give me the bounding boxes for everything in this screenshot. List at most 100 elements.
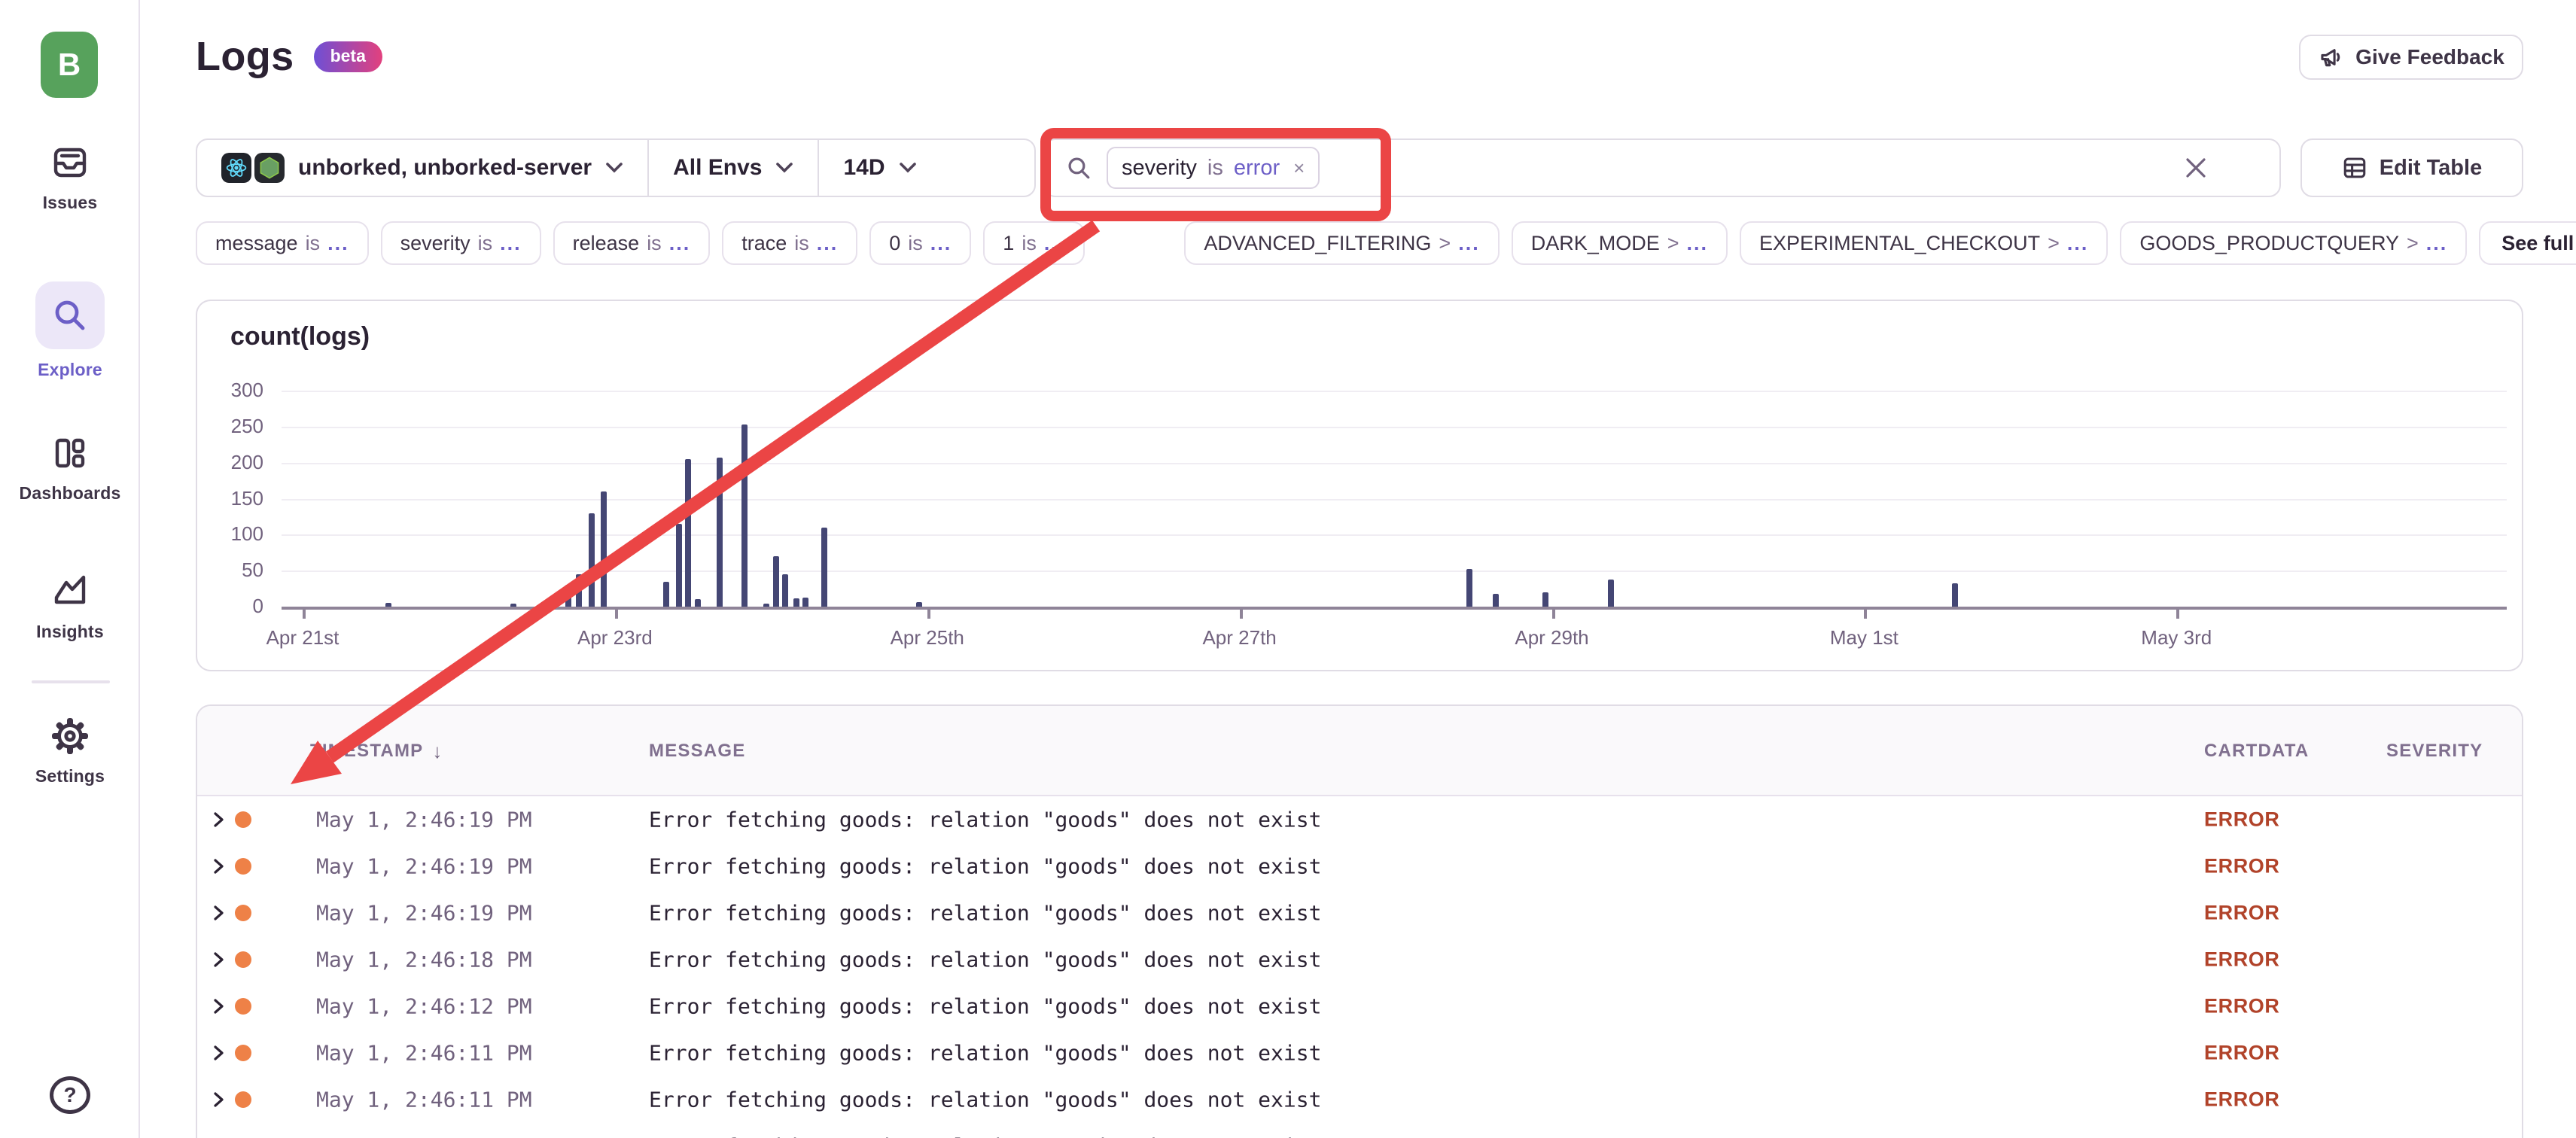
expand-chevron-icon[interactable] bbox=[209, 997, 227, 1015]
environment-selector[interactable]: All Envs bbox=[647, 140, 818, 196]
expand-chevron-icon[interactable] bbox=[209, 811, 227, 829]
project-selector-label: unborked, unborked-server bbox=[298, 155, 592, 181]
y-axis-tick-label: 0 bbox=[203, 595, 263, 618]
give-feedback-button[interactable]: Give Feedback bbox=[2299, 35, 2523, 80]
sidebar-item-settings[interactable]: Settings bbox=[0, 717, 140, 787]
log-row[interactable]: May 1, 2:46:11 PM Error fetching goods: r… bbox=[197, 1076, 2522, 1123]
column-header-cartdata[interactable]: CARTDATA bbox=[2204, 706, 2309, 796]
filter-chip[interactable]: DARK_MODE>... bbox=[1512, 221, 1728, 265]
log-timestamp: May 1, 2:46:19 PM bbox=[316, 901, 532, 926]
filter-chip[interactable]: ADVANCED_FILTERING>... bbox=[1184, 221, 1499, 265]
log-row[interactable]: May 1, 2:46:11 PMError fetching goods: r… bbox=[197, 1030, 2522, 1076]
project-selector[interactable]: unborked, unborked-server bbox=[197, 140, 647, 196]
log-timestamp: May 1, 2:46:11 PM bbox=[316, 1088, 532, 1112]
beta-badge: beta bbox=[314, 41, 382, 72]
sidebar-item-label: Dashboards bbox=[20, 483, 121, 504]
date-range-selector[interactable]: 14D bbox=[818, 140, 940, 196]
search-icon bbox=[1066, 155, 1092, 181]
filter-chip[interactable]: messageis... bbox=[196, 221, 369, 265]
token-operator: is bbox=[1207, 156, 1223, 181]
filter-chip[interactable]: 1is... bbox=[983, 221, 1085, 265]
log-row[interactable]: May 1, 2:46:18 PMError fetching goods: r… bbox=[197, 936, 2522, 983]
log-message: Error fetching goods: relation "goods" d… bbox=[649, 1134, 1321, 1138]
chips-row: messageis... severityis... releaseis...tra… bbox=[196, 221, 2576, 265]
column-header-severity[interactable]: SEVERITY bbox=[2386, 706, 2483, 796]
chart-bar bbox=[676, 524, 682, 607]
chart-bar bbox=[1952, 583, 1958, 607]
log-row[interactable]: May 1, 2:46:11 PMError fetching goods: r… bbox=[197, 1123, 2522, 1138]
org-avatar[interactable]: B bbox=[41, 32, 98, 98]
chart-bar bbox=[763, 604, 769, 607]
chart-bar bbox=[821, 528, 827, 607]
log-row[interactable]: May 1, 2:46:19 PM Error fetching goods: r… bbox=[197, 890, 2522, 936]
filter-chip[interactable]: 0is... bbox=[869, 221, 971, 265]
expand-chevron-icon[interactable] bbox=[209, 904, 227, 922]
log-row[interactable]: May 1, 2:46:12 PMError fetching goods: r… bbox=[197, 983, 2522, 1030]
y-axis-tick-label: 300 bbox=[203, 379, 263, 402]
expand-chevron-icon[interactable] bbox=[209, 857, 227, 875]
log-message: Error fetching goods: relation "goods" d… bbox=[649, 1088, 1321, 1112]
log-message: Error fetching goods: relation "goods" d… bbox=[649, 854, 1321, 879]
x-axis-tick-label: Apr 29th bbox=[1484, 626, 1620, 650]
severity-dot bbox=[235, 998, 251, 1015]
help-button[interactable]: ? bbox=[50, 1076, 90, 1114]
x-axis-tick bbox=[303, 610, 306, 619]
log-timestamp: May 1, 2:46:19 PM bbox=[316, 808, 532, 832]
page-filter-bar: unborked, unborked-server All Envs 14D bbox=[196, 138, 1036, 197]
chevron-down-icon bbox=[605, 162, 623, 174]
gridline bbox=[282, 427, 2507, 428]
edit-table-label: Edit Table bbox=[2380, 156, 2482, 181]
chart-bar bbox=[663, 582, 669, 607]
date-range-label: 14D bbox=[843, 155, 885, 181]
logs-table: TIMESTAMP ↓ MESSAGE CARTDATA SEVERITY Ma… bbox=[196, 704, 2523, 1138]
megaphone-icon bbox=[2318, 44, 2343, 70]
sidebar-item-issues[interactable]: Issues bbox=[0, 143, 140, 213]
sidebar-item-explore[interactable]: Explore bbox=[0, 281, 140, 380]
filter-chip[interactable]: EXPERIMENTAL_CHECKOUT>... bbox=[1740, 221, 2108, 265]
filter-chip[interactable]: severityis... bbox=[381, 221, 541, 265]
expand-chevron-icon[interactable] bbox=[209, 1044, 227, 1062]
filter-chip[interactable]: GOODS_PRODUCTQUERY>... bbox=[2120, 221, 2467, 265]
token-remove-icon[interactable]: × bbox=[1290, 157, 1305, 180]
chart-bar bbox=[1542, 592, 1548, 607]
active-pill bbox=[35, 281, 105, 349]
chart-bar bbox=[717, 458, 723, 607]
filter-bar: unborked, unborked-server All Envs 14D s… bbox=[196, 138, 2523, 197]
table-icon bbox=[2342, 155, 2367, 181]
log-message: Error fetching goods: relation "goods" d… bbox=[649, 901, 1321, 926]
severity-dot bbox=[235, 1045, 251, 1061]
log-row[interactable]: May 1, 2:46:19 PMError fetching goods: r… bbox=[197, 796, 2522, 843]
chart-bar bbox=[1466, 569, 1472, 607]
expand-chevron-icon[interactable] bbox=[209, 951, 227, 969]
sidebar-item-label: Settings bbox=[35, 766, 105, 787]
x-axis-tick-label: Apr 21st bbox=[235, 626, 370, 650]
sidebar-item-dashboards[interactable]: Dashboards bbox=[0, 434, 140, 504]
x-axis-tick bbox=[2176, 610, 2179, 619]
filter-chip[interactable]: traceis... bbox=[722, 221, 857, 265]
see-full-list-button[interactable]: See full list bbox=[2479, 221, 2576, 265]
severity-dot bbox=[235, 858, 251, 875]
x-axis-tick bbox=[615, 610, 618, 619]
chart-bar bbox=[741, 424, 748, 607]
x-axis-tick-label: Apr 25th bbox=[860, 626, 995, 650]
search-token-severity-error[interactable]: severity is error × bbox=[1107, 147, 1320, 189]
search-input[interactable]: severity is error × bbox=[1043, 138, 2281, 197]
severity-dot bbox=[235, 951, 251, 968]
edit-table-button[interactable]: Edit Table bbox=[2300, 138, 2523, 197]
x-axis-tick bbox=[1864, 610, 1867, 619]
sidebar-item-insights[interactable]: Insights bbox=[0, 572, 140, 642]
chart-bar bbox=[1608, 580, 1614, 607]
platform-icons bbox=[221, 153, 285, 183]
column-header-timestamp[interactable]: TIMESTAMP ↓ bbox=[310, 706, 443, 796]
filter-chip[interactable]: releaseis... bbox=[553, 221, 711, 265]
x-axis-tick-label: Apr 27th bbox=[1172, 626, 1308, 650]
environment-selector-label: All Envs bbox=[673, 155, 762, 181]
chart-bar bbox=[802, 598, 808, 607]
token-value: error bbox=[1234, 156, 1280, 181]
expand-chevron-icon[interactable] bbox=[209, 1091, 227, 1109]
y-axis-tick-label: 100 bbox=[203, 522, 263, 546]
column-header-message[interactable]: MESSAGE bbox=[649, 706, 745, 796]
sidebar: B Issues Explore D bbox=[0, 0, 140, 1138]
clear-search-icon[interactable] bbox=[2185, 157, 2207, 179]
log-row[interactable]: May 1, 2:46:19 PMError fetching goods: r… bbox=[197, 843, 2522, 890]
